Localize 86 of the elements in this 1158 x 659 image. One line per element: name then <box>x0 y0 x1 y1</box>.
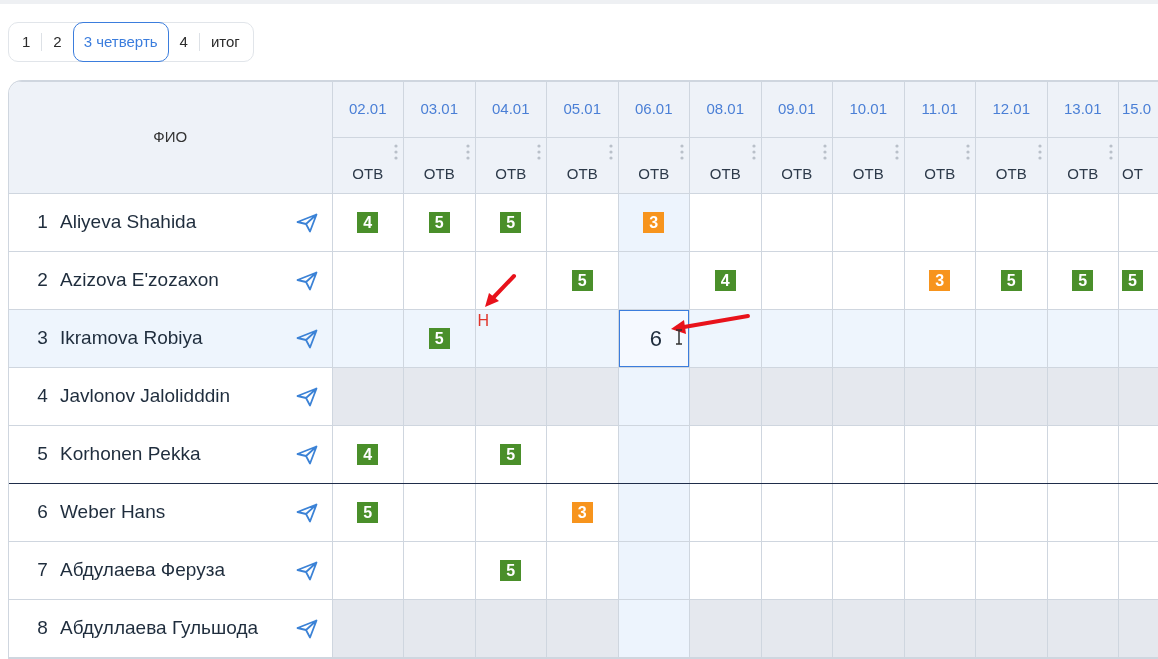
grade-badge: 5 <box>500 443 522 465</box>
absence-mark: Н <box>477 311 490 331</box>
date-header[interactable]: 09.01 <box>761 81 833 138</box>
column-header: ФИО <box>9 81 332 194</box>
date-header[interactable]: 04.01 <box>475 81 547 138</box>
more-icon[interactable] <box>823 144 827 160</box>
send-icon[interactable] <box>295 386 318 407</box>
column-type: ОТВ <box>423 164 455 185</box>
column-type: ОТВ <box>566 164 598 185</box>
grade-badge: 5 <box>428 327 450 349</box>
student-name[interactable]: Aliyeva Shahida <box>60 208 296 237</box>
term-tab[interactable]: 1 <box>11 22 42 62</box>
column-type: ОТВ <box>1067 164 1099 185</box>
row-number: 1 <box>36 210 49 235</box>
more-icon[interactable] <box>1037 144 1042 160</box>
column-type: ОТВ <box>924 164 956 185</box>
grade-input[interactable]: 6 <box>618 310 689 367</box>
more-icon[interactable] <box>1109 144 1113 160</box>
more-icon[interactable] <box>894 144 899 160</box>
send-icon[interactable] <box>295 212 318 233</box>
row-number: 6 <box>36 500 49 525</box>
column-type: ОТВ <box>638 164 670 185</box>
date-header[interactable]: 05.01 <box>546 81 618 138</box>
student-name[interactable]: Azizova E'zozaxon <box>60 266 296 295</box>
column-type: ОТВ <box>709 164 741 185</box>
date-header[interactable]: 03.01 <box>403 81 475 138</box>
grade-badge: 3 <box>571 501 593 523</box>
grade-badge: 3 <box>929 269 951 291</box>
send-icon[interactable] <box>295 502 318 523</box>
term-tab[interactable]: 3 четверть <box>72 22 169 62</box>
grade-badge: 3 <box>643 211 665 233</box>
grade-badge: 4 <box>357 443 379 465</box>
row-number: 4 <box>36 384 49 409</box>
grade-badge: 4 <box>357 211 379 233</box>
text-cursor-icon <box>675 329 683 345</box>
more-icon[interactable] <box>680 144 684 160</box>
arrow-icon <box>485 274 516 307</box>
row-number: 7 <box>36 558 49 583</box>
send-icon[interactable] <box>295 444 318 465</box>
term-tab[interactable]: 4 <box>168 22 199 62</box>
grade-badge: 5 <box>500 559 522 581</box>
row-number: 8 <box>36 616 49 641</box>
column-type: ОТВ <box>781 164 813 185</box>
date-header[interactable]: 10.01 <box>832 81 904 138</box>
row-number: 5 <box>36 442 49 467</box>
date-header[interactable]: 02.01 <box>332 81 404 138</box>
grade-badge: 5 <box>1000 269 1022 291</box>
grade-badge: 4 <box>714 269 736 291</box>
date-header[interactable]: 15.0 <box>1118 81 1158 138</box>
column-type: ОТВ <box>852 164 884 185</box>
grade-badge: 5 <box>357 501 379 523</box>
more-icon[interactable] <box>608 144 613 160</box>
grade-badge: 5 <box>571 269 593 291</box>
student-name[interactable]: Абдулаева Феруза <box>60 556 296 585</box>
column-type: ОТВ <box>352 164 384 185</box>
row-number: 2 <box>36 268 49 293</box>
more-icon[interactable] <box>394 144 398 160</box>
date-header[interactable]: 12.01 <box>975 81 1047 138</box>
grade-badge: 5 <box>428 211 450 233</box>
send-icon[interactable] <box>295 618 318 639</box>
column-type: ОТВ <box>995 164 1027 185</box>
date-header[interactable]: 06.01 <box>618 81 690 138</box>
date-header[interactable]: 13.01 <box>1047 81 1119 138</box>
term-tab[interactable]: 2 <box>42 22 73 62</box>
more-icon[interactable] <box>966 144 970 160</box>
more-icon[interactable] <box>537 144 541 160</box>
date-header[interactable]: 11.01 <box>904 81 976 138</box>
column-type: ОТВ <box>495 164 527 185</box>
grade-badge: 5 <box>500 211 522 233</box>
more-icon[interactable] <box>465 144 470 160</box>
student-name[interactable]: Абдуллаева Гульшода <box>60 614 296 643</box>
grade-badge: 5 <box>1122 269 1143 291</box>
column-type: ОТ <box>1122 164 1143 185</box>
grade-badge: 5 <box>1072 269 1094 291</box>
more-icon[interactable] <box>751 144 756 160</box>
student-name[interactable]: Korhonen Pekka <box>60 440 296 469</box>
student-name[interactable]: Weber Hans <box>60 498 296 527</box>
send-icon[interactable] <box>295 270 318 291</box>
row-number: 3 <box>36 326 49 351</box>
student-name[interactable]: Ikramova Robiya <box>60 324 296 353</box>
date-header[interactable]: 08.01 <box>689 81 761 138</box>
send-icon[interactable] <box>295 328 318 349</box>
student-name[interactable]: Javlonov Jalolidddin <box>60 382 296 411</box>
arrow-icon <box>671 314 750 334</box>
term-tab[interactable]: итог <box>199 22 251 62</box>
send-icon[interactable] <box>295 560 318 581</box>
